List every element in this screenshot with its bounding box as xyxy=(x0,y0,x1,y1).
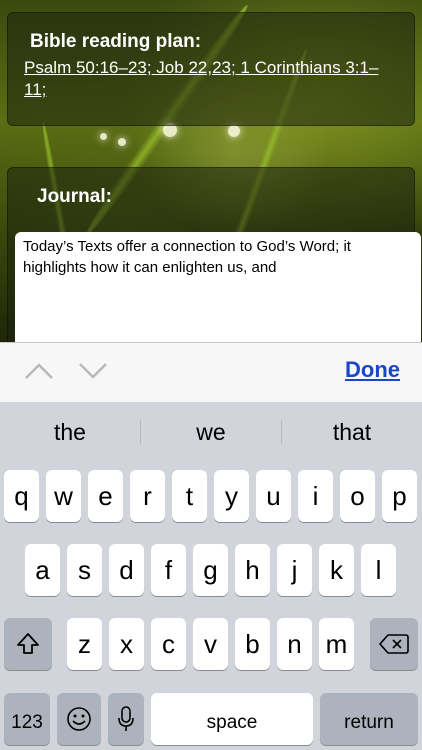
chevron-up-icon[interactable] xyxy=(24,361,54,381)
key-e[interactable]: e xyxy=(88,470,123,522)
microphone-icon xyxy=(118,706,134,731)
key-r[interactable]: r xyxy=(130,470,165,522)
key-g[interactable]: g xyxy=(193,544,228,596)
key-l[interactable]: l xyxy=(361,544,396,596)
dictation-key[interactable] xyxy=(108,693,144,745)
space-key[interactable]: space xyxy=(151,693,313,745)
key-f[interactable]: f xyxy=(151,544,186,596)
key-s[interactable]: s xyxy=(67,544,102,596)
journal-text-area[interactable]: Today’s Texts offer a connection to God’… xyxy=(15,232,421,352)
key-u[interactable]: u xyxy=(256,470,291,522)
keyboard-accessory-bar: Done xyxy=(0,342,422,404)
emoji-key[interactable] xyxy=(57,693,101,745)
key-h[interactable]: h xyxy=(235,544,270,596)
bokeh-light xyxy=(118,138,126,146)
key-c[interactable]: c xyxy=(151,618,186,670)
key-y[interactable]: y xyxy=(214,470,249,522)
key-p[interactable]: p xyxy=(382,470,417,522)
key-t[interactable]: t xyxy=(172,470,207,522)
bokeh-light xyxy=(228,125,240,137)
key-k[interactable]: k xyxy=(319,544,354,596)
return-key-label: return xyxy=(344,712,394,733)
key-z[interactable]: z xyxy=(67,618,102,670)
key-d[interactable]: d xyxy=(109,544,144,596)
space-key-label: space xyxy=(206,712,258,733)
emoji-icon xyxy=(67,707,91,731)
numbers-key[interactable]: 123 xyxy=(4,693,50,745)
key-q[interactable]: q xyxy=(4,470,39,522)
key-x[interactable]: x xyxy=(109,618,144,670)
suggestion-3[interactable]: that xyxy=(282,402,422,462)
key-a[interactable]: a xyxy=(25,544,60,596)
done-button[interactable]: Done xyxy=(345,357,400,383)
reading-plan-card: Bible reading plan: Psalm 50:16–23; Job … xyxy=(7,12,415,126)
shift-icon xyxy=(17,633,39,654)
key-n[interactable]: n xyxy=(277,618,312,670)
chevron-down-icon[interactable] xyxy=(78,361,108,381)
suggestion-2[interactable]: we xyxy=(141,402,281,462)
key-w[interactable]: w xyxy=(46,470,81,522)
key-b[interactable]: b xyxy=(235,618,270,670)
key-o[interactable]: o xyxy=(340,470,375,522)
keyboard: the we that q w e r t y u i o p a s d f … xyxy=(0,402,422,750)
bokeh-light xyxy=(100,133,107,140)
key-v[interactable]: v xyxy=(193,618,228,670)
key-j[interactable]: j xyxy=(277,544,312,596)
return-key[interactable]: return xyxy=(320,693,418,745)
delete-key[interactable] xyxy=(370,618,418,670)
backspace-icon xyxy=(379,634,409,654)
key-m[interactable]: m xyxy=(319,618,354,670)
suggestion-1[interactable]: the xyxy=(0,402,140,462)
journal-title: Journal: xyxy=(37,186,112,207)
reading-plan-passages-link[interactable]: Psalm 50:16–23; Job 22,23; 1 Corinthians… xyxy=(24,57,396,101)
numbers-key-label: 123 xyxy=(11,712,43,733)
reading-plan-title: Bible reading plan: xyxy=(30,31,202,52)
shift-key[interactable] xyxy=(4,618,52,670)
key-i[interactable]: i xyxy=(298,470,333,522)
